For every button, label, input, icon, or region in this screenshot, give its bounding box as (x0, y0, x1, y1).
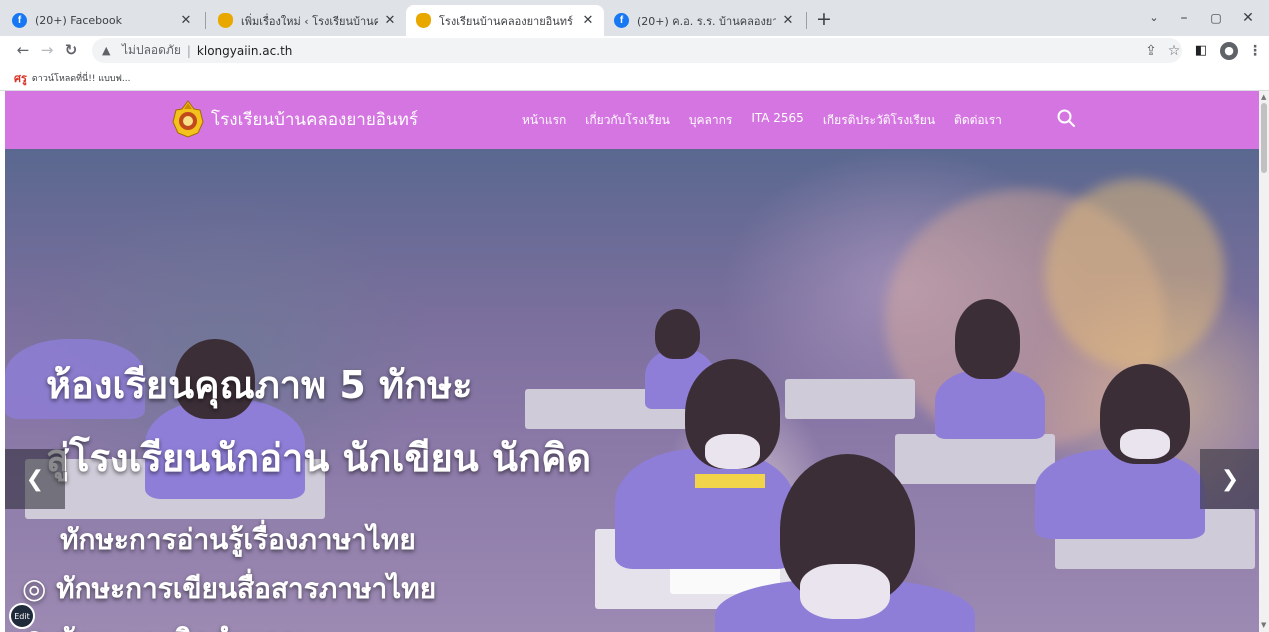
facebook-icon: f (12, 13, 27, 28)
close-icon[interactable]: ✕ (178, 13, 194, 28)
edit-button[interactable]: Edit (9, 603, 35, 629)
school-logo-icon (416, 13, 431, 28)
tab-title: (20+) Facebook (35, 14, 122, 27)
close-icon[interactable]: ✕ (780, 13, 796, 28)
close-icon[interactable]: ✕ (580, 13, 596, 28)
face-mask (705, 434, 760, 469)
scrollbar-thumb[interactable] (1261, 103, 1267, 173)
tab-title: เพิ่มเรื่องใหม่ ‹ โรงเรียนบ้านคลองยายอิน (241, 14, 378, 28)
new-tab-button[interactable]: + (812, 8, 836, 32)
student (655, 309, 700, 359)
desk (785, 379, 915, 419)
chevron-right-icon: ❯ (1220, 466, 1240, 492)
reload-icon[interactable]: ↻ (60, 39, 82, 61)
hero-headline: ห้องเรียนคุณภาพ 5 ทักษะ (46, 363, 473, 407)
restore-icon[interactable]: ▢ (1200, 6, 1232, 30)
security-status[interactable]: ไม่ปลอดภัย (122, 41, 181, 60)
tab-title: โรงเรียนบ้านคลองยายอินทร์ – BAN K (439, 14, 576, 28)
more-menu-icon[interactable]: ⋮ (1244, 40, 1266, 62)
browser-toolbar: ← → ↻ ▲ ไม่ปลอดภัย | klongyaiin.ac.th ⇪ … (0, 36, 1269, 65)
browser-tab[interactable]: เพิ่มเรื่องใหม่ ‹ โรงเรียนบ้านคลองยายอิน… (208, 5, 406, 36)
slider-next-button[interactable]: ❯ (1200, 449, 1259, 509)
tab-search-chevron-icon[interactable]: ⌄ (1138, 6, 1170, 30)
bookmark-favicon: ศรู (14, 71, 27, 85)
browser-tab-active[interactable]: โรงเรียนบ้านคลองยายอินทร์ – BAN K ✕ (406, 5, 604, 36)
back-arrow-icon[interactable]: ← (12, 39, 34, 61)
browser-tab[interactable]: f (20+) Facebook ✕ (2, 5, 202, 36)
tab-divider (205, 12, 206, 29)
minimize-icon[interactable]: – (1168, 6, 1200, 30)
main-nav: หน้าแรก เกี่ยวกับโรงเรียน บุคลากร ITA 25… (522, 111, 1021, 130)
close-icon[interactable]: ✕ (382, 13, 398, 28)
nav-item-honors[interactable]: เกียรติประวัติโรงเรียน (823, 111, 935, 130)
profile-avatar-icon[interactable]: ● (1220, 42, 1238, 60)
bookmarks-bar: ศรู ดาวน์โหลดที่นี่!! แบบฟ... (0, 65, 1269, 91)
student (615, 449, 795, 569)
hero-subheadline: สู่โรงเรียนนักอ่าน นักเขียน นักคิด (46, 436, 592, 480)
browser-tab-strip: f (20+) Facebook ✕ เพิ่มเรื่องใหม่ ‹ โรง… (0, 0, 1269, 36)
school-logo-icon (218, 13, 233, 28)
chevron-left-icon: ❮ (25, 466, 45, 492)
nav-item-ita[interactable]: ITA 2565 (751, 111, 804, 130)
page-viewport: โรงเรียนบ้านคลองยายอินทร์ หน้าแรก เกี่ยว… (5, 91, 1259, 632)
student-collar (695, 474, 765, 488)
browser-tab[interactable]: f (20+) ค.อ. ร.ร. บ้านคลองยายอินทร์ | F … (604, 5, 804, 36)
address-separator: | (186, 43, 191, 58)
hero-bullet: ◎ ทักษะการเขียนสื่อสารภาษาไทย (22, 572, 437, 605)
hero-slider: ห้องเรียนคุณภาพ 5 ทักษะ สู่โรงเรียนนักอ่… (5, 149, 1259, 632)
facebook-icon: f (614, 13, 629, 28)
background-board (1045, 179, 1225, 369)
face-mask (1120, 429, 1170, 459)
scroll-down-icon[interactable]: ▼ (1261, 621, 1266, 629)
face-mask (800, 564, 890, 619)
tab-divider (806, 12, 807, 29)
nav-item-home[interactable]: หน้าแรก (522, 111, 566, 130)
window-close-icon[interactable]: ✕ (1232, 6, 1264, 30)
address-bar[interactable]: ▲ ไม่ปลอดภัย | klongyaiin.ac.th (92, 38, 1182, 63)
side-panel-icon[interactable]: ◧ (1190, 40, 1212, 62)
warning-icon[interactable]: ▲ (102, 44, 116, 57)
student (935, 369, 1045, 439)
student (1035, 449, 1205, 539)
share-icon[interactable]: ⇪ (1140, 40, 1162, 62)
nav-item-contact[interactable]: ติดต่อเรา (954, 111, 1002, 130)
search-icon[interactable] (1056, 108, 1076, 128)
desk (895, 434, 1055, 484)
slider-prev-button[interactable]: ❮ (5, 449, 65, 509)
nav-item-about[interactable]: เกี่ยวกับโรงเรียน (585, 111, 670, 130)
bookmark-item[interactable]: ดาวน์โหลดที่นี่!! แบบฟ... (32, 71, 131, 85)
bookmark-star-icon[interactable]: ☆ (1163, 40, 1185, 62)
nav-item-staff[interactable]: บุคลากร (689, 111, 732, 130)
hero-bullet: ◎ ทักษะการคิดคำนวณ (22, 618, 305, 632)
site-header: โรงเรียนบ้านคลองยายอินทร์ หน้าแรก เกี่ยว… (5, 91, 1259, 149)
student (955, 299, 1020, 379)
scroll-up-icon[interactable]: ▲ (1261, 93, 1266, 101)
site-title[interactable]: โรงเรียนบ้านคลองยายอินทร์ (211, 106, 418, 133)
url-text[interactable]: klongyaiin.ac.th (197, 44, 292, 58)
hero-bullet: ทักษะการอ่านรู้เรื่องภาษาไทย (60, 523, 416, 556)
forward-arrow-icon[interactable]: → (36, 39, 58, 61)
tab-title: (20+) ค.อ. ร.ร. บ้านคลองยายอินทร์ | F (637, 14, 776, 28)
school-logo-icon[interactable] (172, 100, 204, 138)
